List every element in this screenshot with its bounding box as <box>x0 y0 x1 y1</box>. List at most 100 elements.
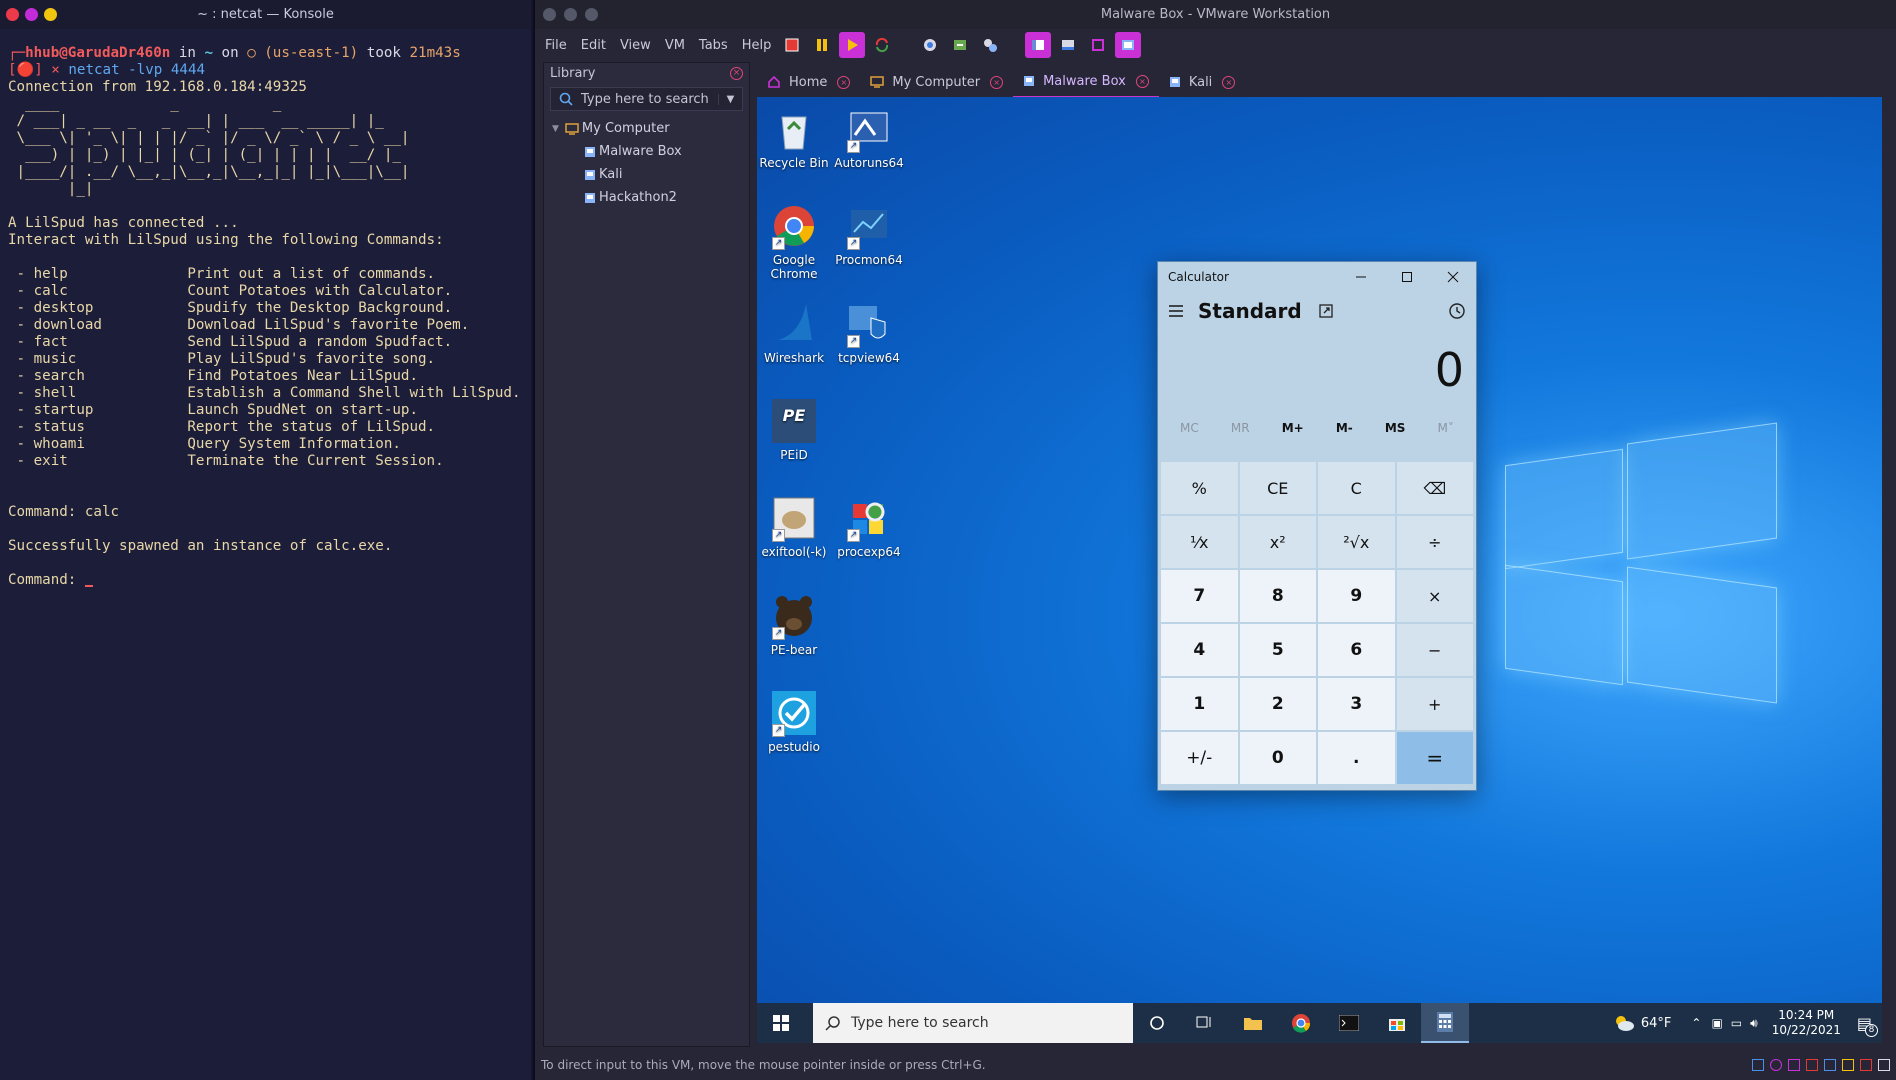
desktop-icon-autoruns64[interactable]: ↗ Autoruns64 <box>834 105 904 170</box>
divide-button[interactable]: ÷ <box>1396 516 1473 568</box>
backspace-button[interactable]: ⌫ <box>1396 462 1473 514</box>
menu-edit[interactable]: Edit <box>581 38 606 53</box>
tree-item-kali[interactable]: Kali <box>544 163 749 186</box>
cortana-button[interactable] <box>1133 1003 1181 1043</box>
desktop-icon-recycle-bin[interactable]: Recycle Bin <box>759 105 829 170</box>
desktop-icon-tcpview64[interactable]: ↗ tcpview64 <box>834 300 904 365</box>
close-tab-icon[interactable]: × <box>1135 74 1149 88</box>
chevron-down-icon[interactable]: ▼ <box>718 93 742 105</box>
taskbar-search-box[interactable]: Type here to search <box>813 1003 1133 1043</box>
close-library-icon[interactable]: × <box>730 67 743 80</box>
menu-tabs[interactable]: Tabs <box>699 38 728 53</box>
equals-button[interactable]: = <box>1396 732 1473 784</box>
cd-rom-icon[interactable] <box>1770 1059 1782 1071</box>
digit-2-button[interactable]: 2 <box>1239 678 1316 730</box>
terminal-taskbar-button[interactable] <box>1325 1003 1373 1043</box>
desktop-icon-peid[interactable]: PE PEiD <box>759 397 829 462</box>
digit-3-button[interactable]: 3 <box>1318 678 1395 730</box>
weather-icon[interactable] <box>1613 1014 1635 1032</box>
hard-disk-icon[interactable] <box>1752 1059 1764 1071</box>
memory-add-button[interactable]: M+ <box>1282 421 1304 435</box>
network-icon[interactable]: ▭ <box>1731 1016 1742 1030</box>
reset-button[interactable] <box>869 32 895 58</box>
close-tab-icon[interactable]: × <box>990 75 1004 89</box>
snapshot-button[interactable] <box>917 32 943 58</box>
store-taskbar-button[interactable] <box>1373 1003 1421 1043</box>
negate-button[interactable]: +/- <box>1161 732 1238 784</box>
start-button[interactable] <box>757 1003 805 1043</box>
memory-subtract-button[interactable]: M- <box>1336 421 1353 435</box>
suspend-button[interactable] <box>809 32 835 58</box>
digit-0-button[interactable]: 0 <box>1239 732 1316 784</box>
printer-icon[interactable] <box>1842 1059 1854 1071</box>
chevron-down-icon[interactable]: ▼ <box>552 124 559 134</box>
thumbnail-bar-button[interactable] <box>1055 32 1081 58</box>
decimal-button[interactable]: . <box>1318 732 1395 784</box>
memory-recall-button[interactable]: MR <box>1231 421 1250 435</box>
message-log-icon[interactable] <box>1878 1059 1890 1071</box>
menu-file[interactable]: File <box>545 38 567 53</box>
tab-kali[interactable]: Kali × <box>1159 66 1246 98</box>
taskbar-clock[interactable]: 10:24 PM 10/22/2021 <box>1762 1008 1851 1038</box>
terminal-output[interactable]: ┌─hhub@GarudaDr460n in ~ on ○ (us-east-1… <box>0 29 531 589</box>
show-library-button[interactable] <box>1025 32 1052 58</box>
task-view-button[interactable] <box>1181 1003 1229 1043</box>
square-root-button[interactable]: ²√x <box>1318 516 1395 568</box>
close-tab-icon[interactable]: × <box>837 75 851 89</box>
chevron-up-icon[interactable]: ⌃ <box>1691 1016 1701 1030</box>
command-prompt[interactable]: Command: <box>8 572 85 588</box>
percent-button[interactable]: % <box>1161 462 1238 514</box>
tab-malware-box[interactable]: Malware Box × <box>1013 66 1159 98</box>
desktop-icon-exiftool[interactable]: ↗ exiftool(-k) <box>759 494 829 559</box>
hamburger-menu-icon[interactable] <box>1168 304 1184 318</box>
digit-4-button[interactable]: 4 <box>1161 624 1238 676</box>
calculator-window[interactable]: Calculator Standard 0 MC MR M+ M- MS M˅ … <box>1157 261 1477 791</box>
clear-button[interactable]: C <box>1318 462 1395 514</box>
calculator-taskbar-button[interactable] <box>1421 1003 1469 1043</box>
memory-clear-button[interactable]: MC <box>1180 421 1199 435</box>
weather-temperature[interactable]: 64°F <box>1641 1016 1672 1031</box>
chrome-taskbar-button[interactable] <box>1277 1003 1325 1043</box>
digit-8-button[interactable]: 8 <box>1239 570 1316 622</box>
digit-7-button[interactable]: 7 <box>1161 570 1238 622</box>
meet-now-icon[interactable]: ▣ <box>1711 1016 1722 1030</box>
plus-button[interactable]: + <box>1396 678 1473 730</box>
tree-item-hackathon2[interactable]: Hackathon2 <box>544 186 749 209</box>
minimize-button[interactable] <box>1338 262 1384 292</box>
desktop-icon-pestudio[interactable]: ↗ pestudio <box>759 689 829 754</box>
snapshot-manager-button[interactable] <box>977 32 1003 58</box>
digit-5-button[interactable]: 5 <box>1239 624 1316 676</box>
memory-list-button[interactable]: M˅ <box>1438 421 1454 435</box>
maximize-button[interactable] <box>1384 262 1430 292</box>
close-tab-icon[interactable]: × <box>1222 75 1236 89</box>
desktop-icon-procexp64[interactable]: ↗ procexp64 <box>834 494 904 559</box>
full-screen-button[interactable] <box>1085 32 1111 58</box>
usb-icon[interactable] <box>1806 1059 1818 1071</box>
action-center-icon[interactable]: ▤ 8 <box>1857 1014 1878 1037</box>
guest-desktop[interactable]: Recycle Bin ↗ Autoruns64 ↗ Google Chrome… <box>757 97 1882 1040</box>
clear-entry-button[interactable]: CE <box>1239 462 1316 514</box>
tree-item-my-computer[interactable]: ▼ My Computer <box>544 117 749 140</box>
library-search-field[interactable]: Type here to search ▼ <box>550 87 743 111</box>
digit-1-button[interactable]: 1 <box>1161 678 1238 730</box>
menu-vm[interactable]: VM <box>665 38 685 53</box>
minus-button[interactable]: − <box>1396 624 1473 676</box>
menu-view[interactable]: View <box>620 38 651 53</box>
unity-button[interactable] <box>1115 32 1142 58</box>
power-on-button[interactable] <box>839 32 866 58</box>
desktop-icon-google-chrome[interactable]: ↗ Google Chrome <box>759 202 829 281</box>
display-icon[interactable] <box>1860 1059 1872 1071</box>
sound-card-icon[interactable] <box>1824 1059 1836 1071</box>
power-off-button[interactable] <box>779 32 805 58</box>
revert-snapshot-button[interactable] <box>947 32 973 58</box>
close-button[interactable] <box>1430 262 1476 292</box>
digit-6-button[interactable]: 6 <box>1318 624 1395 676</box>
history-icon[interactable] <box>1448 302 1466 320</box>
tab-my-computer[interactable]: My Computer × <box>860 66 1013 98</box>
keep-on-top-icon[interactable] <box>1318 303 1334 319</box>
network-adapter-icon[interactable] <box>1788 1059 1800 1071</box>
desktop-icon-procmon64[interactable]: ↗ Procmon64 <box>834 202 904 267</box>
menu-help[interactable]: Help <box>742 38 772 53</box>
multiply-button[interactable]: × <box>1396 570 1473 622</box>
tree-item-malware-box[interactable]: Malware Box <box>544 140 749 163</box>
